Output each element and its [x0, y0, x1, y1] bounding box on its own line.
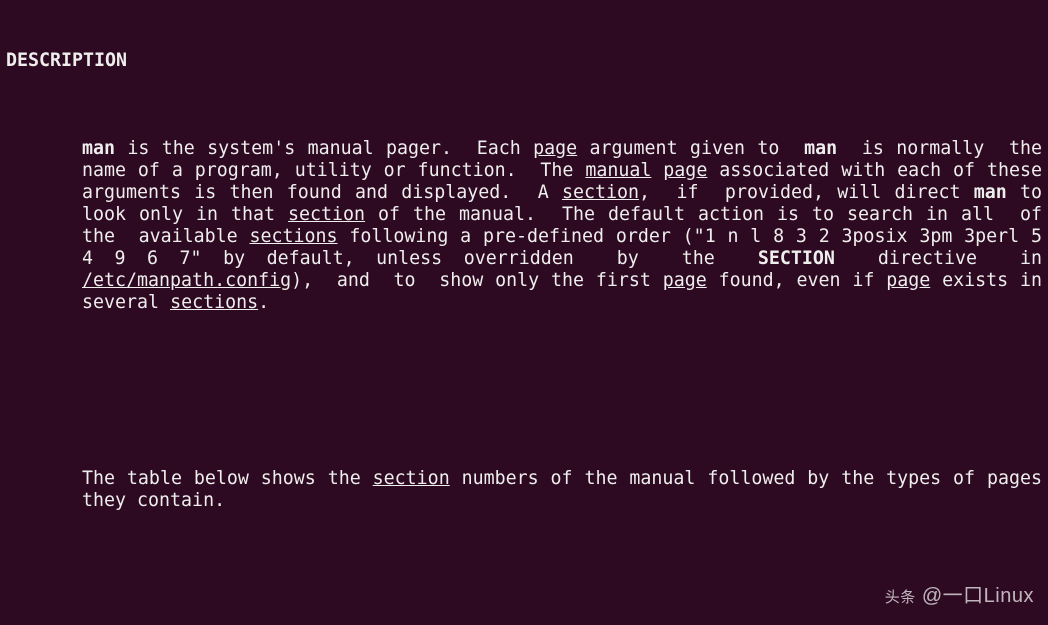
cmd-man: man	[804, 138, 837, 159]
path-manpath-config: /etc/manpath.config	[82, 270, 291, 291]
arg-page: page	[533, 138, 577, 159]
section-heading-description: DESCRIPTION	[6, 50, 1042, 72]
cmd-man: man	[974, 182, 1007, 203]
directive-section: SECTION	[758, 248, 835, 269]
cmd-man: man	[82, 138, 115, 159]
blank-line	[82, 380, 1042, 402]
manpage-view[interactable]: DESCRIPTION man is the system's manual p…	[0, 0, 1048, 625]
description-paragraph-2: The table below shows the section number…	[82, 468, 1042, 512]
description-paragraph-1: man is the system's manual pager. Each p…	[82, 138, 1042, 314]
blank-line	[82, 578, 1042, 600]
arg-section: section	[562, 182, 639, 203]
